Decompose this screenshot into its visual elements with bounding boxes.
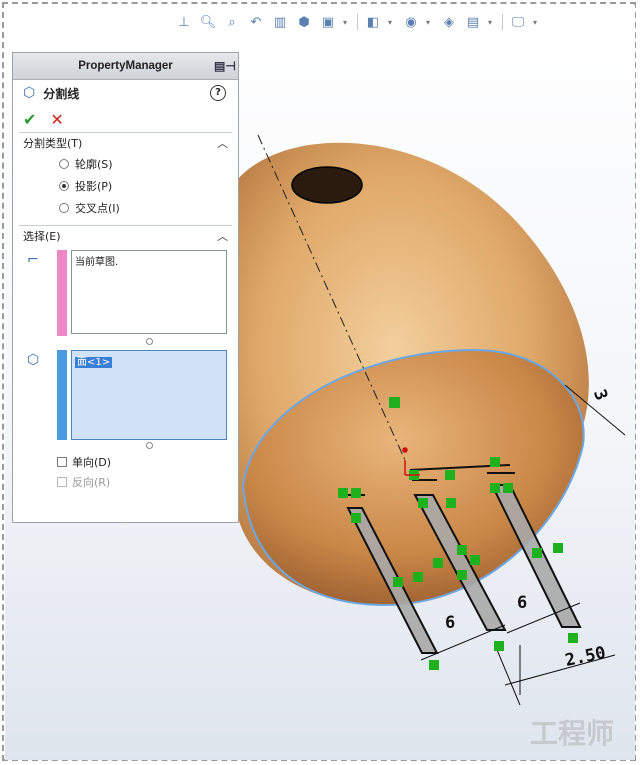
- dimension-6-left[interactable]: 6: [445, 613, 455, 633]
- property-manager-header: PropertyManager ▤⊣: [13, 53, 238, 80]
- selections-header[interactable]: 选择(E) ︿: [19, 226, 232, 246]
- radio-label: 投影(P): [75, 180, 113, 193]
- radio-button[interactable]: [59, 181, 69, 191]
- resize-handle[interactable]: [146, 338, 153, 345]
- radio-label: 轮廓(S): [75, 158, 113, 171]
- zoom-area-icon[interactable]: ⌕: [223, 13, 241, 31]
- monitor-icon[interactable]: 🖵: [509, 13, 527, 31]
- chevron-down-icon[interactable]: ▾: [426, 18, 434, 27]
- sketch-icon: ⌐: [27, 252, 39, 268]
- split-type-header[interactable]: 分割类型(T) ︿: [19, 133, 232, 153]
- section-view-icon[interactable]: ▥: [271, 13, 289, 31]
- property-manager-title: PropertyManager: [78, 60, 173, 72]
- watermark-text: 工程师: [529, 717, 614, 750]
- sketch-selection-block: ⌐ 当前草图.: [19, 246, 232, 346]
- face-icon: ⬡: [27, 352, 40, 368]
- radio-projection[interactable]: 投影(P): [19, 175, 232, 197]
- radio-button[interactable]: [59, 159, 69, 169]
- faces-color-bar: [57, 350, 67, 440]
- pin-icon[interactable]: ▤⊣: [214, 58, 236, 74]
- sketch-selection-list[interactable]: 当前草图.: [71, 250, 227, 334]
- view-settings-icon[interactable]: ▤: [464, 13, 482, 31]
- radio-label: 交叉点(I): [75, 202, 120, 215]
- view-cube-icon[interactable]: ⬢: [295, 13, 313, 31]
- dimension-6-right[interactable]: 6: [517, 593, 527, 613]
- chevron-down-icon[interactable]: ▾: [343, 18, 351, 27]
- split-type-group: 分割类型(T) ︿ 轮廓(S) 投影(P) 交叉点(I): [19, 132, 232, 219]
- chevron-down-icon[interactable]: ▾: [488, 18, 496, 27]
- single-direction-label: 单向(D): [72, 456, 112, 469]
- selections-heading: 选择(E): [23, 230, 61, 243]
- hide-show-icon[interactable]: ◧: [364, 13, 382, 31]
- radio-intersection[interactable]: 交叉点(I): [19, 197, 232, 219]
- ok-button[interactable]: ✔: [23, 110, 36, 129]
- checkbox[interactable]: [57, 477, 67, 487]
- single-direction-row[interactable]: 单向(D): [19, 452, 232, 472]
- feature-name: 分割线: [43, 86, 80, 101]
- faces-selection-list[interactable]: 面<1>: [71, 350, 227, 440]
- faces-selection-block: ⬡ 面<1>: [19, 346, 232, 449]
- split-type-heading: 分割类型(T): [23, 137, 83, 150]
- display-style-icon[interactable]: ▣: [319, 13, 337, 31]
- collapse-icon[interactable]: ︿: [217, 135, 228, 151]
- collapse-icon[interactable]: ︿: [217, 228, 228, 244]
- edit-appearance-icon[interactable]: ◉: [402, 13, 420, 31]
- zoom-to-fit-icon[interactable]: 🔍︎: [199, 13, 217, 31]
- radio-button[interactable]: [59, 203, 69, 213]
- radio-silhouette[interactable]: 轮廓(S): [19, 153, 232, 175]
- resize-handle[interactable]: [146, 442, 153, 449]
- help-icon[interactable]: ?: [210, 85, 226, 101]
- selections-group: 选择(E) ︿ ⌐ 当前草图. ⬡ 面<1> 单向(D) 反向(R): [19, 225, 232, 492]
- split-line-icon: ⬡: [23, 85, 36, 101]
- heads-up-toolbar: ⊥ 🔍︎ ⌕ ↶ ▥ ⬢ ▣ ▾ ◧ ▾ ◉ ▾ ◈ ▤ ▾ 🖵 ▾: [175, 11, 541, 33]
- apply-scene-icon[interactable]: ◈: [440, 13, 458, 31]
- reverse-direction-row[interactable]: 反向(R): [19, 472, 232, 492]
- toolbar-separator: [357, 14, 358, 30]
- cancel-button[interactable]: ✕: [50, 110, 63, 129]
- feature-title-row: ⬡ 分割线 ?: [13, 80, 238, 106]
- sketch-color-bar: [57, 250, 67, 336]
- previous-view-icon[interactable]: ↶: [247, 13, 265, 31]
- sketch-list-item[interactable]: 当前草图.: [75, 257, 118, 268]
- toolbar-separator: [502, 14, 503, 30]
- reverse-direction-label: 反向(R): [72, 476, 111, 489]
- egg-hole: [291, 166, 363, 204]
- checkbox[interactable]: [57, 457, 67, 467]
- action-buttons: ✔ ✕: [13, 106, 238, 132]
- property-manager: PropertyManager ▤⊣ ⬡ 分割线 ? ✔ ✕ 分割类型(T) ︿…: [12, 52, 239, 523]
- chevron-down-icon[interactable]: ▾: [533, 18, 541, 27]
- view-orientation-icon[interactable]: ⊥: [175, 13, 193, 31]
- watermark: 工程师: [517, 652, 627, 752]
- faces-list-item[interactable]: 面<1>: [75, 357, 113, 368]
- chevron-down-icon[interactable]: ▾: [388, 18, 396, 27]
